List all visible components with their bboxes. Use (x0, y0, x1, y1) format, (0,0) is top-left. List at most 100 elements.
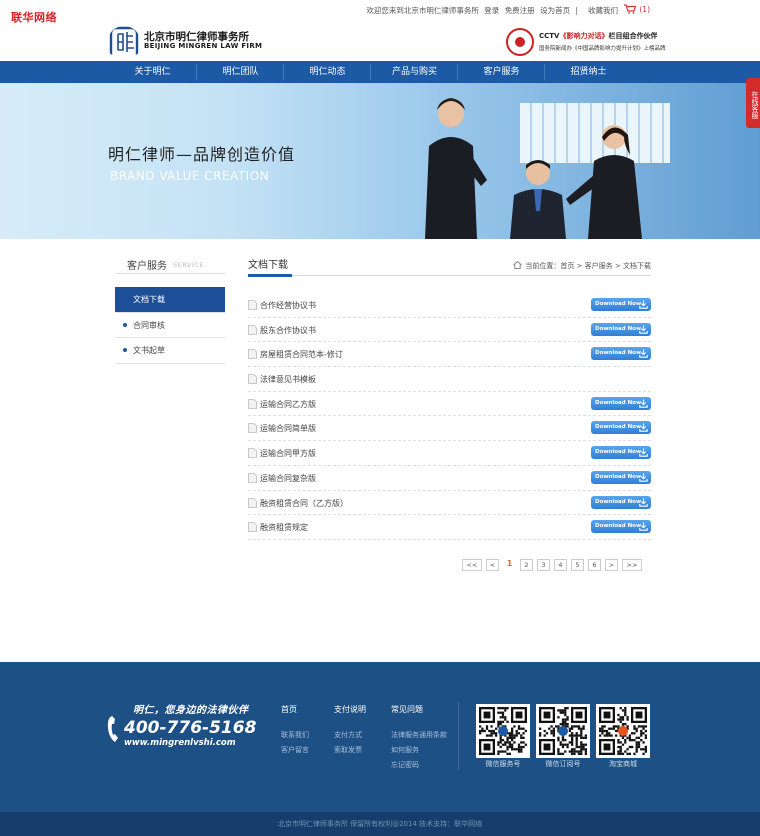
sidebar-title-en: SERVICE (173, 261, 204, 269)
page-next-button[interactable]: > (605, 559, 618, 571)
download-label: Download Now (595, 449, 642, 456)
document-name[interactable]: 融资租赁合同（乙方版） (260, 498, 348, 509)
cart-count[interactable]: (1) (639, 5, 650, 14)
link-separator: | (575, 6, 578, 15)
download-arrow-icon (639, 300, 648, 309)
page-2-button[interactable]: 2 (520, 559, 533, 571)
hero-banner: 明仁律师—品牌创造价值 BRAND VALUE CREATION (0, 83, 760, 239)
document-name[interactable]: 股东合作协议书 (260, 325, 316, 336)
cctv-logo-text: CCTV (539, 32, 560, 40)
content-heading: 文档下载 当前位置：首页 > 客户服务 > 文档下载 (248, 252, 651, 277)
register-link[interactable]: 免费注册 (505, 6, 535, 15)
page-prev-button[interactable]: < (486, 559, 499, 571)
download-label: Download Now (595, 523, 642, 530)
page-last-button[interactable]: >> (622, 559, 642, 571)
document-row: 融资租赁合同（乙方版） Download Now (248, 491, 651, 516)
file-icon (248, 522, 257, 533)
banner-subtitle: BRAND VALUE CREATION (110, 169, 270, 183)
document-name[interactable]: 法律意见书模板 (260, 374, 316, 385)
nav-item-about[interactable]: 关于明仁 (109, 61, 196, 83)
footer-col-title[interactable]: 支付说明 (334, 704, 366, 715)
document-name[interactable]: 运输合同复杂版 (260, 473, 316, 484)
footer-col-payment: 支付说明 支付方式 索取发票 (334, 704, 366, 760)
footer-link[interactable]: 如何服务 (391, 745, 447, 755)
site-logo[interactable]: 北京市明仁律师事务所 BEIJING MINGREN LAW FIRM (108, 26, 262, 56)
document-name[interactable]: 运输合同甲方版 (260, 448, 316, 459)
footer-link[interactable]: 索取发票 (334, 745, 366, 755)
footer-col-home: 首页 联系我们 客户留言 (281, 704, 309, 760)
set-home-link[interactable]: 设为首页 (540, 6, 570, 15)
nav-item-team[interactable]: 明仁团队 (197, 61, 284, 83)
download-button[interactable]: Download Now (591, 470, 651, 484)
download-label: Download Now (595, 301, 642, 307)
download-button[interactable]: Download Now (591, 396, 651, 410)
download-button[interactable]: Download Now (591, 520, 651, 534)
file-icon (248, 423, 257, 434)
cart-icon[interactable] (624, 4, 636, 14)
qr-label: 微信订阅号 (545, 760, 581, 768)
footer-link[interactable]: 客户留言 (281, 745, 309, 755)
nav-item-service[interactable]: 客户服务 (458, 61, 545, 83)
download-button[interactable]: Download Now (591, 322, 651, 336)
download-button[interactable]: Download Now (591, 446, 651, 460)
qr-code-wechat-service (476, 704, 530, 758)
document-row: 房屋租赁合同范本-修订 Download Now (248, 342, 651, 368)
nav-item-news[interactable]: 明仁动态 (284, 61, 371, 83)
document-row: 运输合同复杂版 Download Now (248, 466, 651, 491)
partner-line1: CCTV《影响力对话》栏目组合作伙伴 (539, 31, 657, 41)
download-button[interactable]: Download Now (591, 298, 651, 311)
page-3-button[interactable]: 3 (537, 559, 550, 571)
login-link[interactable]: 登录 (484, 6, 499, 15)
document-name[interactable]: 运输合同乙方版 (260, 399, 316, 410)
document-row: 股东合作协议书 Download Now (248, 318, 651, 343)
document-name[interactable]: 融资租赁规定 (260, 522, 308, 533)
download-arrow-icon (639, 423, 648, 433)
footer-link[interactable]: 支付方式 (334, 730, 366, 740)
nav-item-careers[interactable]: 招贤纳士 (545, 61, 632, 83)
page-1-button[interactable]: 1 (503, 559, 516, 571)
footer-link[interactable]: 忘记密码 (391, 760, 447, 770)
woman-lawyer-image (425, 98, 487, 239)
home-icon (513, 261, 523, 269)
sidebar-item-drafting[interactable]: 文书起草 (115, 338, 225, 364)
footer-url[interactable]: www.mingrenlvshi.com (124, 738, 236, 748)
file-icon (248, 497, 257, 508)
footer-divider (458, 702, 459, 770)
sidebar-item-label: 文书起草 (133, 346, 165, 355)
document-name[interactable]: 合作经营协议书 (260, 300, 316, 311)
download-arrow-icon (639, 349, 648, 359)
sidebar-item-contract-review[interactable]: 合同审核 (115, 313, 225, 338)
download-arrow-icon (639, 325, 648, 334)
qr-code-wechat-subscription (536, 704, 590, 758)
download-button[interactable]: Download Now (591, 421, 651, 435)
favorite-link[interactable]: 收藏我们 (588, 6, 618, 15)
sidebar-item-downloads[interactable]: 文档下载 (115, 287, 225, 313)
logo-english-name: BEIJING MINGREN LAW FIRM (144, 42, 263, 50)
download-button[interactable]: Download Now (591, 347, 651, 361)
breadcrumb: 当前位置：首页 > 客户服务 > 文档下载 (513, 261, 651, 271)
file-icon (248, 472, 257, 483)
page-5-button[interactable]: 5 (571, 559, 584, 571)
page-6-button[interactable]: 6 (588, 559, 601, 571)
download-arrow-icon (639, 448, 648, 457)
bullet-icon (123, 322, 127, 327)
footer-col-title[interactable]: 首页 (281, 704, 309, 715)
document-list: 合作经营协议书 Download Now 股东合作协议书 Download Now 房屋… (248, 293, 651, 540)
sidebar-menu: 文档下载 合同审核 文书起草 (115, 287, 225, 364)
document-name[interactable]: 房屋租赁合同范本-修订 (260, 349, 343, 360)
footer-link[interactable]: 联系我们 (281, 730, 309, 740)
breadcrumb-text[interactable]: 当前位置：首页 > 客户服务 > 文档下载 (525, 262, 651, 270)
footer-link[interactable]: 法律服务通用条款 (391, 730, 447, 740)
top-links: 欢迎您来到北京市明仁律师事务所 登录 免费注册 设为首页 | (363, 5, 578, 16)
online-service-tab[interactable]: 在线客服 (746, 78, 760, 128)
nav-item-products[interactable]: 产品与购买 (371, 61, 458, 83)
page-4-button[interactable]: 4 (554, 559, 567, 571)
document-name[interactable]: 运输合同简单版 (260, 423, 316, 434)
download-button[interactable]: Download Now (591, 495, 651, 509)
download-label: Download Now (595, 325, 642, 332)
woman-colleague-image (566, 125, 642, 239)
footer-col-title[interactable]: 常见问题 (391, 704, 447, 715)
site-footer: 明仁，您身边的法律伙伴 400-776-5168 www.mingrenlvsh… (0, 662, 760, 812)
page-first-button[interactable]: << (462, 559, 482, 571)
cctv-partner-badge: CCTV《影响力对话》栏目组合作伙伴 国务院新闻办《中国品牌影响力提升计划》上榜… (506, 28, 666, 56)
